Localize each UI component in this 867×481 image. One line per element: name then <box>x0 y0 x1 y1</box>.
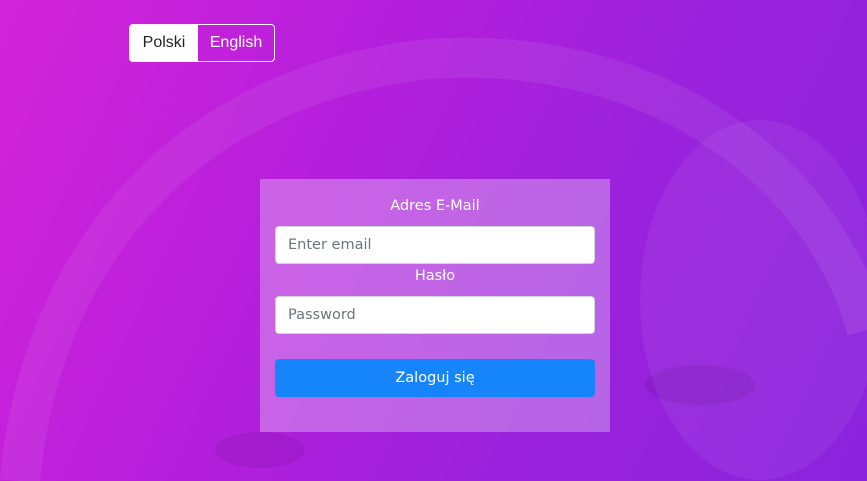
language-option-english[interactable]: English <box>198 25 274 61</box>
language-switch: Polski English <box>129 24 275 62</box>
language-option-polski[interactable]: Polski <box>130 25 198 61</box>
email-label: Adres E-Mail <box>390 198 480 214</box>
password-label: Hasło <box>414 268 456 284</box>
login-button[interactable]: Zaloguj się <box>275 359 595 397</box>
password-input[interactable] <box>275 296 595 334</box>
email-input[interactable] <box>275 226 595 264</box>
login-form: Adres E-Mail Hasło Zaloguj się <box>260 179 610 432</box>
